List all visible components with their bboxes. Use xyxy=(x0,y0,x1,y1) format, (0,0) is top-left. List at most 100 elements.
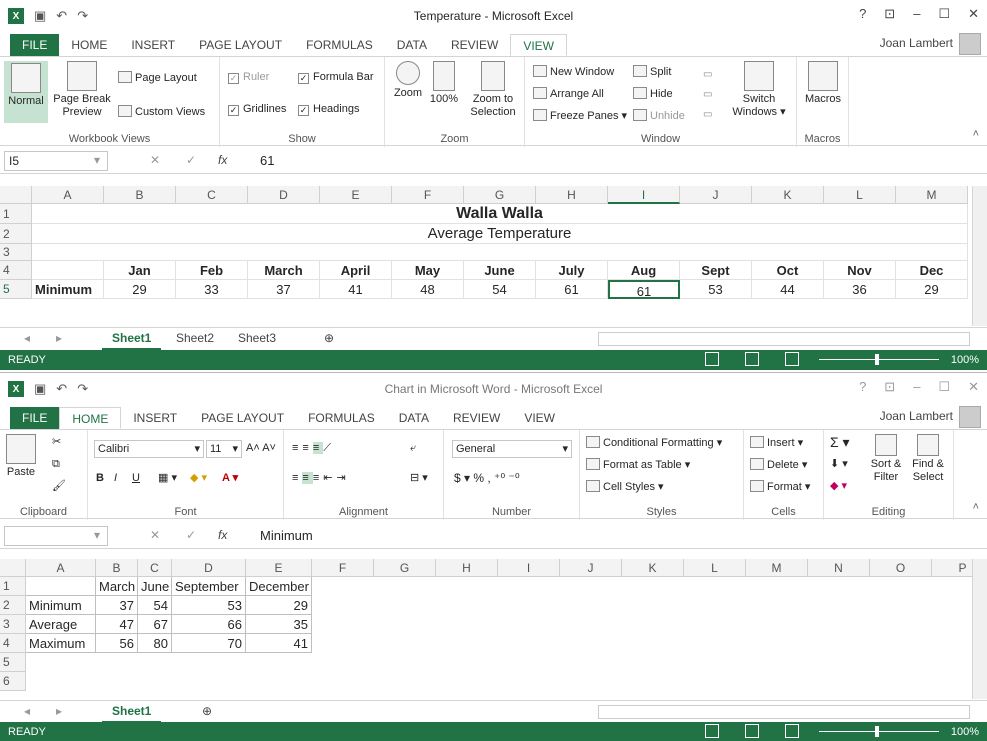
number-format-select[interactable]: General ▾ xyxy=(452,440,572,458)
column-header[interactable]: J xyxy=(560,559,622,577)
column-header[interactable]: F xyxy=(392,186,464,204)
worksheet-grid[interactable]: A B C D E F G H I J K L M 1 2 3 4 5 Walla Walla Average Tem… xyxy=(0,186,972,326)
name-box[interactable]: I5 xyxy=(4,151,108,171)
ruler-checkbox[interactable]: ✓ Ruler xyxy=(228,71,269,84)
row-header[interactable]: 4 xyxy=(0,634,26,653)
prev-sheet-icon[interactable]: ◂ xyxy=(14,701,40,723)
table-data-cell[interactable]: 56 xyxy=(96,634,138,653)
column-header[interactable]: H xyxy=(536,186,608,204)
row-header[interactable]: 1 xyxy=(0,577,26,596)
table-data-cell[interactable]: Maximum xyxy=(26,634,96,653)
normal-view-status-icon[interactable] xyxy=(705,724,719,738)
formula-bar-checkbox[interactable]: ✓ Formula Bar xyxy=(298,71,374,84)
next-sheet-icon[interactable]: ▸ xyxy=(46,701,72,723)
column-header[interactable]: L xyxy=(684,559,746,577)
help-icon[interactable]: ? xyxy=(859,6,866,22)
month-header-cell[interactable]: April xyxy=(320,261,392,280)
value-cell[interactable]: 29 xyxy=(104,280,176,299)
empty-row[interactable] xyxy=(32,244,968,261)
avatar[interactable] xyxy=(959,406,981,428)
hide-button[interactable]: Hide xyxy=(633,87,673,101)
row-header[interactable]: 2 xyxy=(0,224,32,244)
column-header[interactable]: K xyxy=(752,186,824,204)
copy-icon[interactable]: ⧉ xyxy=(52,458,60,471)
gridlines-checkbox[interactable]: ✓ Gridlines xyxy=(228,103,286,116)
row-header[interactable]: 5 xyxy=(0,280,32,299)
value-cell[interactable]: 33 xyxy=(176,280,248,299)
cancel-icon[interactable]: ✕ xyxy=(150,528,160,542)
value-cell[interactable]: 48 xyxy=(392,280,464,299)
page-layout-status-icon[interactable] xyxy=(745,724,759,738)
tab-home[interactable]: HOME xyxy=(59,407,122,429)
arrange-all-button[interactable]: Arrange All xyxy=(533,87,604,101)
zoom-button[interactable]: Zoom xyxy=(391,61,425,100)
zoom-level[interactable]: 100% xyxy=(951,726,979,738)
normal-view-status-icon[interactable] xyxy=(705,352,719,366)
minimize-icon[interactable]: – xyxy=(913,6,920,22)
table-data-cell[interactable]: 66 xyxy=(172,615,246,634)
column-header[interactable]: P xyxy=(932,559,972,577)
table-data-cell[interactable]: 35 xyxy=(246,615,312,634)
redo-icon[interactable]: ↷ xyxy=(77,381,88,397)
number-format-icons[interactable]: $ ▾ % , ⁺⁰ ⁻⁰ xyxy=(454,472,520,485)
column-header[interactable]: E xyxy=(320,186,392,204)
page-break-status-icon[interactable] xyxy=(785,724,799,738)
table-data-cell[interactable]: 47 xyxy=(96,615,138,634)
cell-styles-button[interactable]: Cell Styles ▾ xyxy=(586,480,664,494)
tab-home[interactable]: HOME xyxy=(59,34,119,56)
ribbon-display-icon[interactable]: ⊡ xyxy=(884,6,895,22)
selected-cell-i5[interactable]: 61 xyxy=(608,280,680,299)
cancel-icon[interactable]: ✕ xyxy=(150,153,160,167)
tab-data[interactable]: DATA xyxy=(385,34,439,56)
table-data-cell[interactable]: 41 xyxy=(246,634,312,653)
bold-button[interactable]: B xyxy=(96,472,104,485)
headings-checkbox[interactable]: ✓ Headings xyxy=(298,103,359,116)
format-as-table-button[interactable]: Format as Table ▾ xyxy=(586,458,690,472)
tab-file[interactable]: FILE xyxy=(10,407,60,429)
month-header-cell[interactable]: May xyxy=(392,261,464,280)
row-header[interactable]: 3 xyxy=(0,244,32,261)
insert-function-icon[interactable]: fx xyxy=(218,528,227,542)
font-grow-shrink-icons[interactable]: A˄ A˅ xyxy=(246,442,276,455)
page-layout-button[interactable]: Page Layout xyxy=(118,71,197,85)
table-data-cell[interactable]: 29 xyxy=(246,596,312,615)
zoom-slider-knob[interactable] xyxy=(875,354,879,365)
tab-file[interactable]: FILE xyxy=(10,34,60,56)
vertical-align-icons[interactable]: ≡≡≡⟋ xyxy=(292,442,335,455)
column-header[interactable]: K xyxy=(622,559,684,577)
formula-input[interactable]: 61 xyxy=(256,151,956,171)
table-header-cell[interactable]: March xyxy=(96,577,138,596)
formula-input[interactable]: Minimum xyxy=(256,526,956,546)
table-data-cell[interactable]: Average xyxy=(26,615,96,634)
month-header-cell[interactable]: Jan xyxy=(104,261,176,280)
tab-view[interactable]: VIEW xyxy=(512,407,567,429)
borders-icon[interactable]: ▦ ▾ xyxy=(158,472,177,485)
tab-view[interactable]: VIEW xyxy=(510,34,567,56)
font-size-select[interactable]: 11 ▾ xyxy=(206,440,242,458)
row-header[interactable]: 2 xyxy=(0,596,26,615)
row-label-minimum[interactable]: Minimum xyxy=(32,280,104,299)
month-header-cell[interactable]: Dec xyxy=(896,261,968,280)
ribbon-display-icon[interactable]: ⊡ xyxy=(884,379,895,395)
clear-icon[interactable]: ◆ ▾ xyxy=(830,480,847,493)
fill-icon[interactable]: ⬇ ▾ xyxy=(830,458,848,471)
month-header-cell[interactable]: Aug xyxy=(608,261,680,280)
maximize-icon[interactable]: ☐ xyxy=(938,379,950,395)
user-name[interactable]: Joan Lambert xyxy=(880,409,953,423)
collapse-ribbon-icon[interactable]: ˄ xyxy=(973,501,979,514)
zoom-to-selection-button[interactable]: Zoom to Selection xyxy=(465,61,521,119)
delete-button[interactable]: Delete ▾ xyxy=(750,458,807,472)
prev-sheet-icon[interactable]: ◂ xyxy=(14,328,40,350)
font-color-icon[interactable]: A ▾ xyxy=(222,472,238,485)
month-header-cell[interactable]: June xyxy=(464,261,536,280)
tab-insert[interactable]: INSERT xyxy=(121,407,189,429)
tab-page-layout[interactable]: PAGE LAYOUT xyxy=(187,34,294,56)
undo-icon[interactable]: ↶ xyxy=(56,8,67,24)
new-window-button[interactable]: New Window xyxy=(533,65,614,79)
split-button[interactable]: Split xyxy=(633,65,671,79)
name-box-dropdown-icon[interactable]: ▾ xyxy=(94,528,100,542)
table-data-cell[interactable]: 67 xyxy=(138,615,172,634)
autosum-icon[interactable]: Σ ▾ xyxy=(830,435,850,449)
fill-color-icon[interactable]: ◆ ▾ xyxy=(190,472,207,485)
find-select-button[interactable]: Find & Select xyxy=(908,434,948,484)
